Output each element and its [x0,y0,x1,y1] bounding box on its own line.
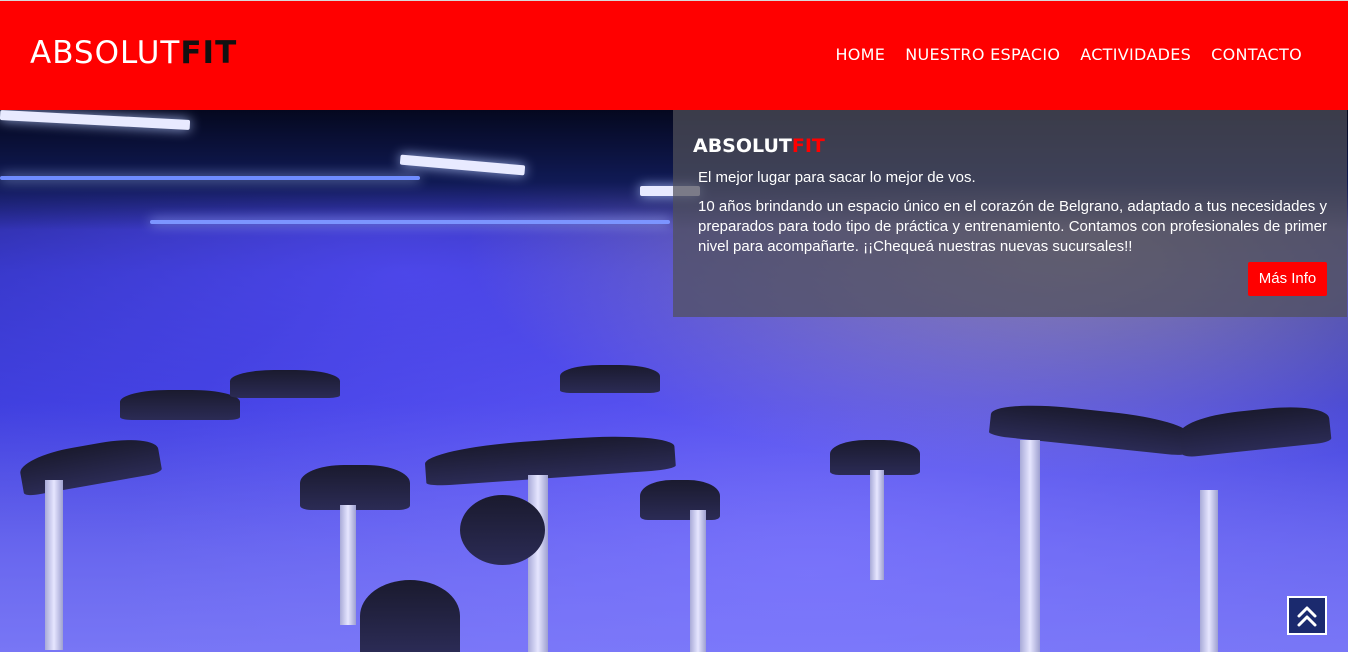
bike-seat [300,465,410,510]
logo-text-absolut: ABSOLUT [30,35,181,71]
info-logo: ABSOLUTFIT [693,134,825,158]
logo-text-fit: FIT [180,35,238,71]
scroll-to-top-button[interactable] [1287,596,1327,635]
bike-post [528,475,548,652]
nav-home[interactable]: HOME [835,45,885,65]
nav-actividades[interactable]: ACTIVIDADES [1080,45,1191,65]
bike-post [870,470,884,580]
double-chevron-up-icon [1297,606,1317,626]
bike-flywheel [460,495,545,565]
site-logo[interactable]: ABSOLUTFIT [30,35,237,71]
bike-handlebar [230,370,340,398]
neon-strip [0,176,420,180]
nav-contacto[interactable]: CONTACTO [1211,45,1302,65]
nav-nuestro-espacio[interactable]: NUESTRO ESPACIO [905,45,1060,65]
neon-strip [150,220,670,224]
bike-seat-foreground [360,580,460,652]
bike-handlebar [120,390,240,420]
bike-post [1200,490,1218,652]
hero-description: 10 años brindando un espacio único en el… [698,198,1327,255]
bike-post [1020,440,1040,652]
site-header: ABSOLUTFIT HOME NUESTRO ESPACIO ACTIVIDA… [0,0,1348,110]
hero-tagline: El mejor lugar para sacar lo mejor de vo… [698,169,976,186]
bike-post [690,510,706,652]
bike-post [340,505,356,625]
info-logo-fit: FIT [791,135,825,157]
bike-post [45,480,63,650]
bike-handlebar [560,365,660,393]
bike-seat [640,480,720,520]
hero-info-panel: ABSOLUTFIT El mejor lugar para sacar lo … [673,110,1347,317]
info-logo-absolut: ABSOLUT [693,135,792,157]
mas-info-button[interactable]: Más Info [1248,262,1327,296]
main-nav: HOME NUESTRO ESPACIO ACTIVIDADES CONTACT… [835,45,1302,65]
